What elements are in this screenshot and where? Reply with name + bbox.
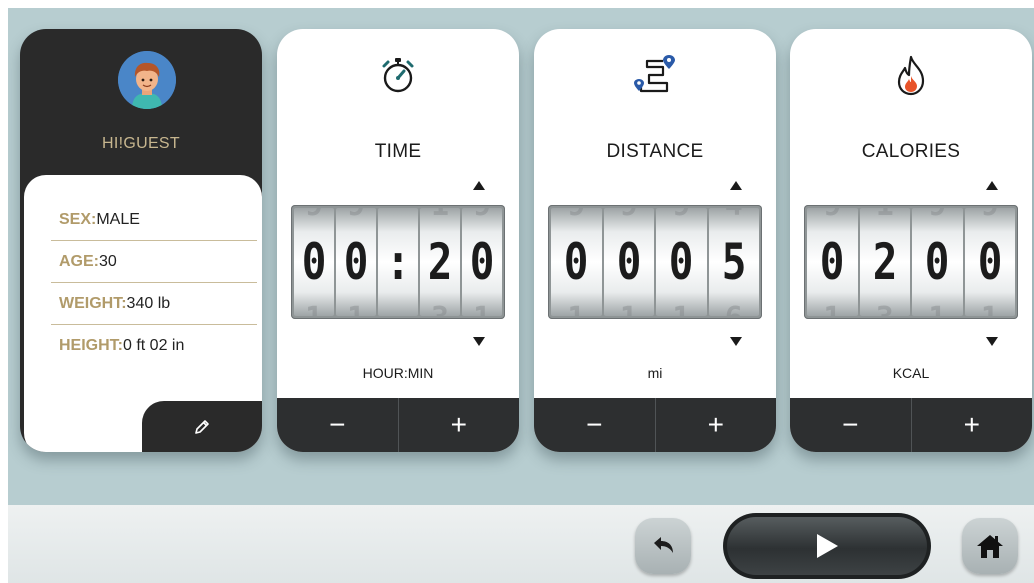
calories-plus-button[interactable]: + [912,398,1033,452]
time-digit: 901 [336,208,376,316]
app-screen: HI!GUEST SEX:MALE AGE:30 WEIGHT:340 lb H… [8,8,1034,583]
calories-stepper: − + [790,398,1032,452]
back-button[interactable] [635,518,691,574]
distance-plus-button[interactable]: + [656,398,777,452]
sex-label: SEX: [59,211,97,228]
distance-digit: 901 [551,208,602,316]
sex-row: SEX:MALE [51,199,257,241]
age-value: 30 [99,253,117,270]
distance-counter: 901 901 901 456 [548,205,762,319]
calories-digit: 123 [859,208,910,316]
calories-down-arrow[interactable] [986,337,998,346]
height-label: HEIGHT: [59,337,123,354]
calories-title: CALORIES [861,141,961,162]
distance-digit: 456 [708,208,759,316]
greeting-text: HI!GUEST [102,135,180,152]
time-digit: 901 [294,208,334,316]
calories-counter: 901 123 901 901 [804,205,1018,319]
time-separator: : [378,208,418,316]
calories-minus-button[interactable]: − [790,398,911,452]
weight-label: WEIGHT: [59,295,127,312]
time-plus-button[interactable]: + [399,398,520,452]
calories-digit: 901 [807,208,858,316]
sex-value: MALE [96,211,140,228]
distance-digit: 901 [603,208,654,316]
play-icon [817,534,838,558]
height-value: 0 ft 02 in [123,337,185,354]
distance-down-arrow[interactable] [730,337,742,346]
distance-card: DISTANCE 901 901 901 456 mi − + [534,29,776,452]
start-button[interactable] [723,513,931,579]
age-label: AGE: [59,253,99,270]
distance-unit: mi [647,365,663,381]
time-counter: 901 901 : 123 901 [291,205,505,319]
stopwatch-icon [382,58,414,93]
calories-up-arrow[interactable] [986,181,998,190]
flame-icon [897,55,925,96]
time-title: TIME [374,141,422,162]
time-down-arrow[interactable] [473,337,485,346]
weight-value: 340 lb [126,295,171,312]
weight-row: WEIGHT:340 lb [51,283,257,325]
profile-card: HI!GUEST SEX:MALE AGE:30 WEIGHT:340 lb H… [20,29,262,452]
time-digit: 123 [420,208,460,316]
time-unit: HOUR:MIN [362,365,434,381]
start-button-face [727,517,927,575]
time-up-arrow[interactable] [473,181,485,190]
distance-up-arrow[interactable] [730,181,742,190]
distance-title: DISTANCE [606,141,704,162]
time-card: TIME 901 901 : 123 901 HOUR:MIN − + [277,29,519,452]
time-minus-button[interactable]: − [277,398,398,452]
edit-profile-button[interactable] [142,401,262,452]
home-icon [977,535,1003,558]
route-icon [634,55,675,93]
distance-digit: 901 [656,208,707,316]
pencil-icon [195,419,209,434]
calories-digit: 901 [912,208,963,316]
distance-minus-button[interactable]: − [534,398,655,452]
time-stepper: − + [277,398,519,452]
calories-unit: KCAL [892,365,930,381]
home-button[interactable] [962,518,1018,574]
calories-digit: 901 [964,208,1015,316]
age-row: AGE:30 [51,241,257,283]
avatar [118,51,176,109]
time-digit: 901 [462,208,502,316]
undo-icon [654,537,673,553]
distance-stepper: − + [534,398,776,452]
height-row: HEIGHT:0 ft 02 in [51,325,257,367]
calories-card: CALORIES 901 123 901 901 KCAL − + [790,29,1032,452]
